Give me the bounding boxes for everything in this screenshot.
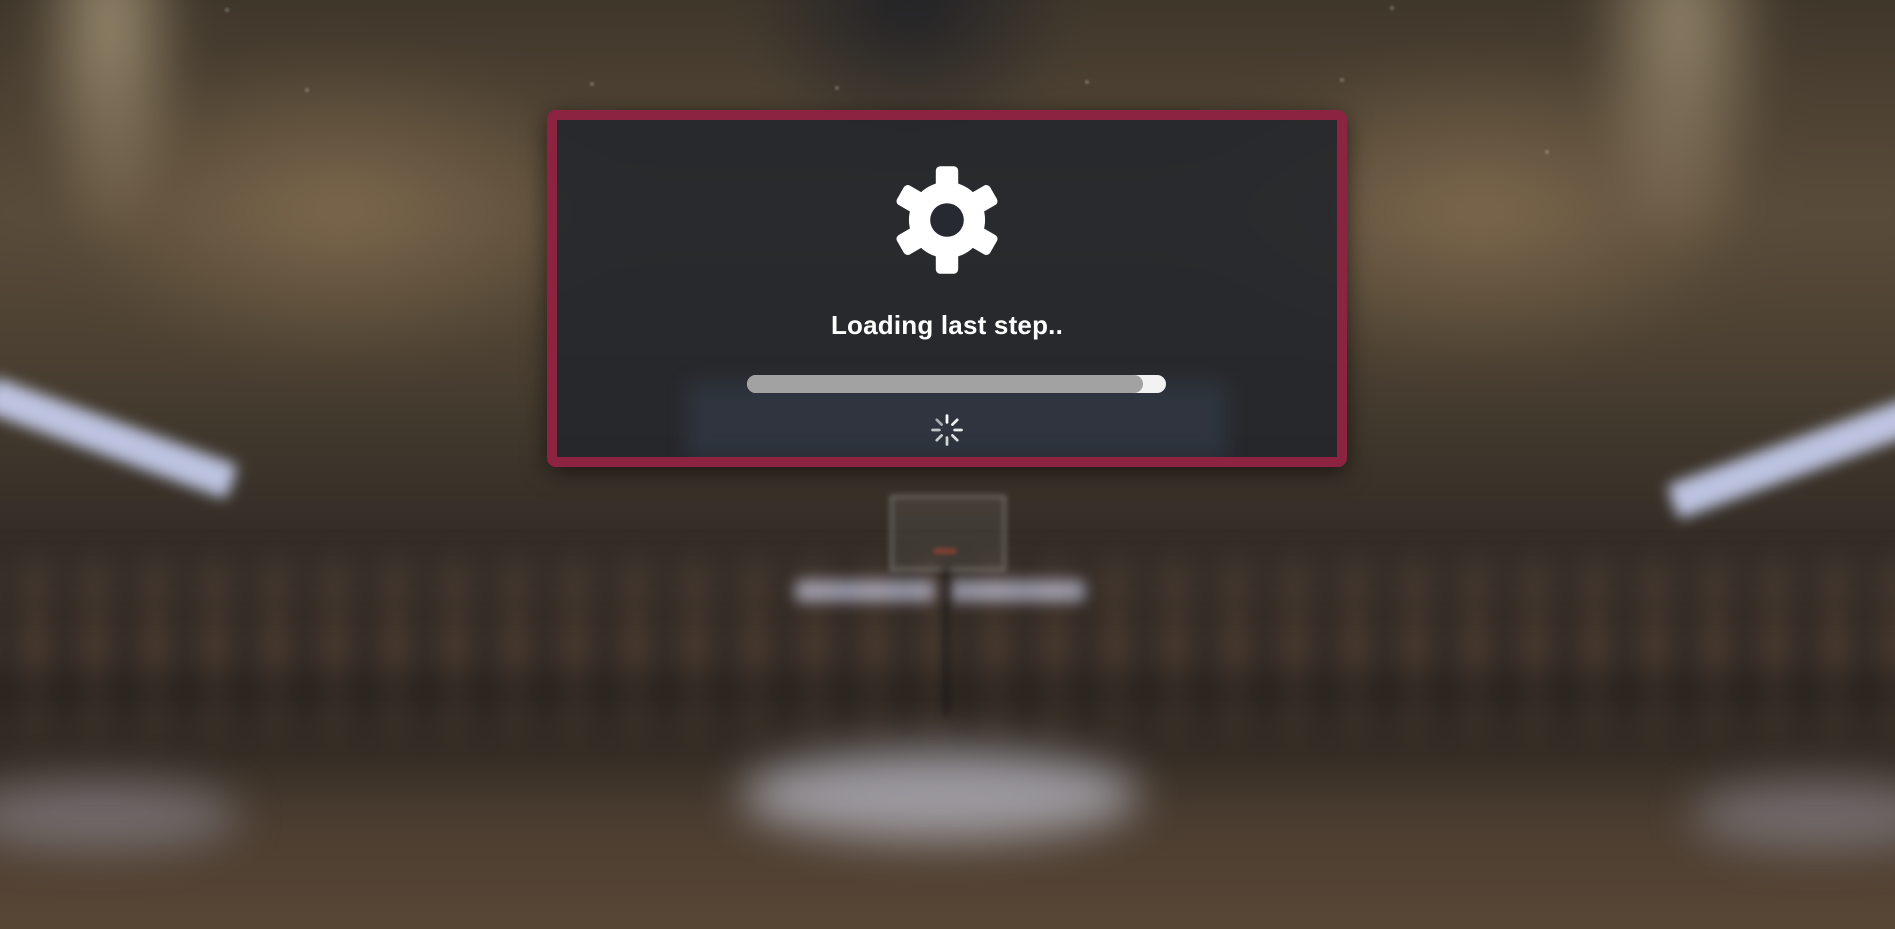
progress-bar [747,375,1166,393]
dust-particle [305,88,309,92]
dust-particle [835,86,839,90]
dust-particle [225,8,229,12]
dust-particle [1390,6,1394,10]
dust-particle [1085,80,1089,84]
basketball-backboard [890,495,1006,571]
floor-glow-center [740,750,1140,840]
progress-bar-fill [747,375,1143,393]
dust-particle [1340,78,1344,82]
loading-dialog: Loading last step.. [547,110,1347,467]
dust-particle [590,82,594,86]
loading-screen: Loading last step.. [0,0,1895,929]
basketball-rim [933,548,957,554]
spinner-icon [931,414,963,446]
dust-particle [1545,150,1549,154]
basketball-pole [942,565,950,715]
gear-icon [896,166,998,274]
loading-message: Loading last step.. [830,310,1064,340]
